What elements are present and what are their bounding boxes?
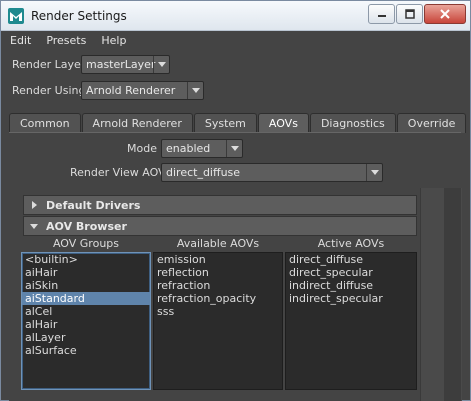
menu-help[interactable]: Help: [92, 31, 132, 51]
list-item[interactable]: indirect_diffuse: [286, 279, 416, 292]
list-item[interactable]: reflection: [154, 266, 282, 279]
chevron-down-icon: [230, 146, 239, 151]
render-view-aov-dropdown[interactable]: direct_diffuse: [161, 163, 383, 182]
maximize-icon: [404, 9, 415, 19]
close-button[interactable]: [424, 4, 466, 24]
minimize-button[interactable]: [368, 4, 395, 24]
tab-arnold-renderer[interactable]: Arnold Renderer: [81, 113, 193, 133]
render-using-label: Render Using: [12, 84, 86, 97]
render-layer-value: masterLayer: [86, 58, 156, 71]
render-view-aov-label: Render View AOV: [70, 166, 166, 179]
chevron-down-icon: [191, 88, 200, 93]
title-bar[interactable]: Render Settings: [1, 1, 470, 31]
tab-common[interactable]: Common: [9, 113, 81, 133]
list-item[interactable]: alSurface: [22, 344, 150, 357]
collapse-arrow-icon: [30, 224, 38, 229]
menu-edit[interactable]: Edit: [1, 31, 37, 51]
tab-diagnostics[interactable]: Diagnostics: [309, 113, 396, 133]
available-aovs-list[interactable]: emission reflection refraction refractio…: [153, 252, 283, 390]
default-drivers-label: Default Drivers: [46, 199, 141, 212]
render-using-dropdown[interactable]: Arnold Renderer: [81, 81, 204, 100]
maximize-button[interactable]: [396, 4, 423, 24]
window-title: Render Settings: [31, 9, 127, 23]
maya-app-icon: [8, 8, 24, 24]
minimize-icon: [377, 15, 386, 17]
render-layer-label: Render Layer: [12, 58, 86, 71]
render-layer-dropdown[interactable]: masterLayer: [81, 55, 170, 74]
aov-browser-section-header[interactable]: AOV Browser: [23, 216, 417, 236]
render-settings-window: Render Settings Edit Presets Help Render…: [0, 0, 471, 401]
mode-value: enabled: [166, 142, 211, 155]
list-item[interactable]: alHair: [22, 318, 150, 331]
tab-system[interactable]: System: [193, 113, 257, 133]
list-item[interactable]: <builtin>: [22, 253, 150, 266]
list-item[interactable]: alCel: [22, 305, 150, 318]
list-item-selected[interactable]: aiStandard: [22, 292, 150, 305]
close-icon: [440, 9, 450, 19]
menu-presets[interactable]: Presets: [37, 31, 92, 51]
vertical-scrollbar[interactable]: [444, 188, 461, 401]
available-aovs-header: Available AOVs: [176, 237, 260, 250]
tab-aovs[interactable]: AOVs: [257, 113, 309, 133]
list-item[interactable]: direct_diffuse: [286, 253, 416, 266]
active-aovs-list[interactable]: direct_diffuse direct_specular indirect_…: [285, 252, 417, 390]
list-item[interactable]: direct_specular: [286, 266, 416, 279]
default-drivers-section-header[interactable]: Default Drivers: [23, 195, 417, 215]
chevron-down-icon: [370, 170, 379, 175]
list-item[interactable]: alLayer: [22, 331, 150, 344]
render-view-aov-value: direct_diffuse: [166, 166, 241, 179]
mode-label: Mode: [127, 142, 157, 155]
list-item[interactable]: refraction: [154, 279, 282, 292]
chevron-down-icon: [157, 62, 166, 67]
expand-arrow-icon: [32, 201, 37, 209]
list-item[interactable]: indirect_specular: [286, 292, 416, 305]
tab-override[interactable]: Override: [396, 113, 467, 133]
render-using-value: Arnold Renderer: [86, 84, 176, 97]
mode-dropdown[interactable]: enabled: [161, 139, 243, 158]
aov-groups-list[interactable]: <builtin> aiHair aiSkin aiStandard alCel…: [21, 252, 151, 390]
tab-bar: Common Arnold Renderer System AOVs Diagn…: [9, 113, 467, 133]
aov-groups-header: AOV Groups: [52, 237, 120, 250]
aov-browser-label: AOV Browser: [46, 220, 127, 233]
list-item[interactable]: aiHair: [22, 266, 150, 279]
list-item[interactable]: sss: [154, 305, 282, 318]
list-item[interactable]: aiSkin: [22, 279, 150, 292]
menu-bar: Edit Presets Help: [1, 31, 470, 51]
list-item[interactable]: emission: [154, 253, 282, 266]
active-aovs-header: Active AOVs: [317, 237, 385, 250]
list-item[interactable]: refraction_opacity: [154, 292, 282, 305]
